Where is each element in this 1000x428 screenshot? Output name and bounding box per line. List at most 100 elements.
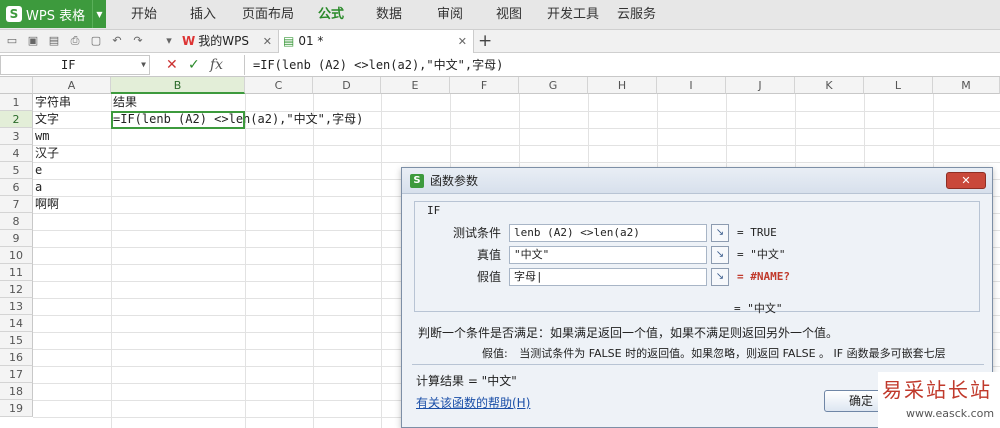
cell-a2[interactable]: 文字 [33,111,59,128]
export-icon[interactable]: ▤ [47,34,61,48]
arg-label-condition: 测试条件 [452,226,501,240]
row-header-7[interactable]: 7 [0,196,33,213]
new-tab-button[interactable]: + [478,30,492,53]
arg-result-condition: = TRUE [737,226,777,239]
arg-input-false[interactable]: 字母| [509,268,707,286]
print-icon[interactable]: ⎙ [68,34,82,48]
column-header-m[interactable]: M [933,77,1000,94]
row-header-19[interactable]: 19 [0,400,33,417]
menu-insert[interactable]: 插入 [190,0,216,30]
row-header-17[interactable]: 17 [0,366,33,383]
dialog-title: 函数参数 [430,174,479,188]
row-header-18[interactable]: 18 [0,383,33,400]
undo-icon[interactable]: ↶ [110,34,124,48]
row-header-3[interactable]: 3 [0,128,33,145]
row-header-9[interactable]: 9 [0,230,33,247]
column-header-k[interactable]: K [795,77,864,94]
arg-result-false: = #NAME? [737,270,790,283]
gridline [313,94,314,428]
menu-view[interactable]: 视图 [496,0,522,30]
arguments-group: IF 测试条件 lenb (A2) <>len(a2) ↘ = TRUE 真值 … [414,201,980,312]
cell-a7[interactable]: 啊啊 [33,196,59,213]
arg-input-condition[interactable]: lenb (A2) <>len(a2) [509,224,707,242]
argument-help: 假值: 当测试条件为 FALSE 时的返回值。如果忽略，则返回 FALSE 。 … [482,345,946,361]
row-header-14[interactable]: 14 [0,315,33,332]
close-icon[interactable]: ✕ [458,30,467,53]
open-icon[interactable]: ▭ [5,34,19,48]
gridline [111,94,112,428]
arg-label-true: 真值 [476,248,501,262]
calculation-result: 计算结果 = "中文" [416,374,517,388]
row-header-1[interactable]: 1 [0,94,33,111]
cell-a5[interactable]: e [33,162,42,179]
collapse-dialog-icon[interactable]: ↘ [711,246,729,264]
menu-home[interactable]: 开始 [131,0,157,30]
watermark-url: www.easck.com [906,407,995,420]
column-header-h[interactable]: H [588,77,657,94]
redo-icon[interactable]: ↷ [131,34,145,48]
insert-function-icon[interactable]: fx [210,56,223,74]
row-header-8[interactable]: 8 [0,213,33,230]
column-header-f[interactable]: F [450,77,519,94]
menu-formulas[interactable]: 公式 [318,0,344,30]
cell-a6[interactable]: a [33,179,42,196]
formula-input[interactable]: =IF(lenb (A2) <>len(a2),"中文",字母) [244,55,1000,75]
chevron-down-icon[interactable]: ▼ [92,0,106,28]
menu-developer[interactable]: 开发工具 [547,0,599,30]
row-header-2[interactable]: 2 [0,111,33,128]
close-icon[interactable]: ✕ [263,30,272,53]
cell-a3[interactable]: wm [33,128,49,145]
row-header-12[interactable]: 12 [0,281,33,298]
menu-cloud[interactable]: 云服务 [617,0,656,30]
menu-review[interactable]: 审阅 [437,0,463,30]
column-header-a[interactable]: A [33,77,111,94]
dialog-titlebar[interactable]: S 函数参数 ✕ [402,168,992,194]
column-header-g[interactable]: G [519,77,588,94]
column-header-c[interactable]: C [245,77,313,94]
app-name: WPS 表格 [26,8,86,24]
customize-dropdown-icon[interactable]: ▾ [162,34,176,48]
gridline [33,145,1000,146]
sheet-file-icon: ▤ [283,34,295,48]
save-icon[interactable]: ▣ [26,34,40,48]
row-header-16[interactable]: 16 [0,349,33,366]
app-menu-button[interactable]: S WPS 表格 ▼ [0,0,106,28]
select-all-corner[interactable] [0,77,33,94]
confirm-formula-icon[interactable]: ✓ [188,56,200,74]
chevron-down-icon[interactable]: ▼ [141,56,146,74]
row-header-13[interactable]: 13 [0,298,33,315]
cell-b1[interactable]: 结果 [111,94,137,111]
row-header-6[interactable]: 6 [0,179,33,196]
collapse-dialog-icon[interactable]: ↘ [711,224,729,242]
gridline [245,94,246,428]
row-header-5[interactable]: 5 [0,162,33,179]
name-box[interactable]: IF ▼ [0,55,150,75]
cell-a1[interactable]: 字符串 [33,94,71,111]
menu-page-layout[interactable]: 页面布局 [242,0,294,30]
wps-logo-icon: S [410,174,424,188]
watermark: 易采站长站 www.easck.com [878,372,1000,428]
collapse-dialog-icon[interactable]: ↘ [711,268,729,286]
column-header-j[interactable]: J [726,77,795,94]
column-header-l[interactable]: L [864,77,933,94]
column-header-e[interactable]: E [381,77,450,94]
arg-label-false: 假值 [476,270,501,284]
tab-document[interactable]: ▤ 01 * ✕ [278,30,474,53]
arg-input-true[interactable]: "中文" [509,246,707,264]
row-header-10[interactable]: 10 [0,247,33,264]
function-help-link[interactable]: 有关该函数的帮助(H) [416,394,530,411]
gridline [33,162,1000,163]
tab-my-wps[interactable]: W 我的WPS ✕ [178,30,278,53]
cell-a4[interactable]: 汉子 [33,145,59,162]
row-header-11[interactable]: 11 [0,264,33,281]
tab-label: 01 * [298,34,324,48]
column-header-i[interactable]: I [657,77,726,94]
print-preview-icon[interactable]: ▢ [89,34,103,48]
column-header-b[interactable]: B [111,77,245,94]
menu-data[interactable]: 数据 [376,0,402,30]
close-dialog-button[interactable]: ✕ [946,172,986,189]
row-header-15[interactable]: 15 [0,332,33,349]
column-header-d[interactable]: D [313,77,381,94]
row-header-4[interactable]: 4 [0,145,33,162]
cancel-formula-icon[interactable]: ✕ [166,56,178,74]
